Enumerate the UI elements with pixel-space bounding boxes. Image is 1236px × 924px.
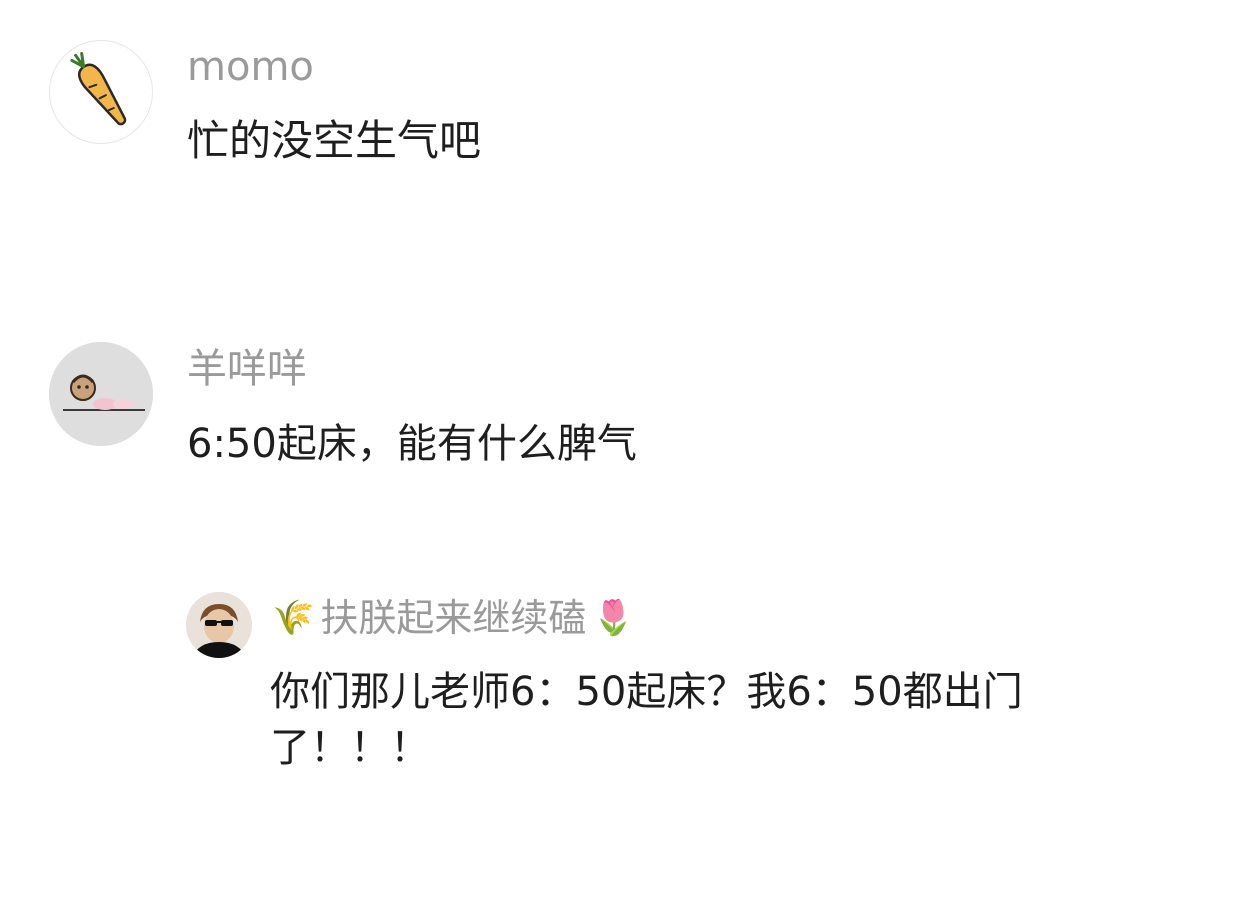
comment-username[interactable]: momo — [187, 47, 314, 87]
tulip-emoji-icon: 🌷 — [592, 598, 635, 638]
reply-text: 你们那儿老师6：50起床？我6：50都出门了！！！ — [270, 669, 1023, 771]
doll-photo-icon — [49, 342, 153, 446]
comment-text: 6:50起床，能有什么脾气 — [187, 421, 637, 467]
comment-username[interactable]: 羊咩咩 — [187, 349, 307, 389]
avatar[interactable] — [49, 40, 153, 144]
rice-emoji-icon: 🌾 — [272, 598, 315, 638]
person-sunglasses-icon — [186, 592, 252, 658]
reply-username-label: 扶朕起来继续磕 — [320, 596, 587, 640]
avatar[interactable] — [49, 342, 153, 446]
comment-text: 忙的没空生气吧 — [187, 116, 482, 165]
avatar[interactable] — [186, 592, 252, 658]
carrot-icon — [70, 52, 127, 126]
reply-username[interactable]: 🌾 扶朕起来继续磕 🌷 — [272, 599, 635, 637]
